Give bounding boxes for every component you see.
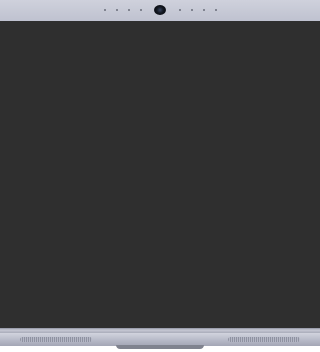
sensor-dot <box>215 9 217 11</box>
sensor-dot <box>191 9 193 11</box>
laptop-screen <box>0 21 320 328</box>
sensor-dot <box>140 9 142 11</box>
speaker-grille-left <box>20 337 92 342</box>
opening-notch <box>116 345 204 349</box>
camera-icon <box>154 5 166 15</box>
sensor-dot <box>128 9 130 11</box>
top-bezel <box>0 0 320 21</box>
sensor-dot <box>203 9 205 11</box>
sensor-dot <box>104 9 106 11</box>
laptop-photo <box>0 0 320 352</box>
sensor-dot <box>179 9 181 11</box>
sensor-dot <box>116 9 118 11</box>
speaker-grille-right <box>228 337 300 342</box>
